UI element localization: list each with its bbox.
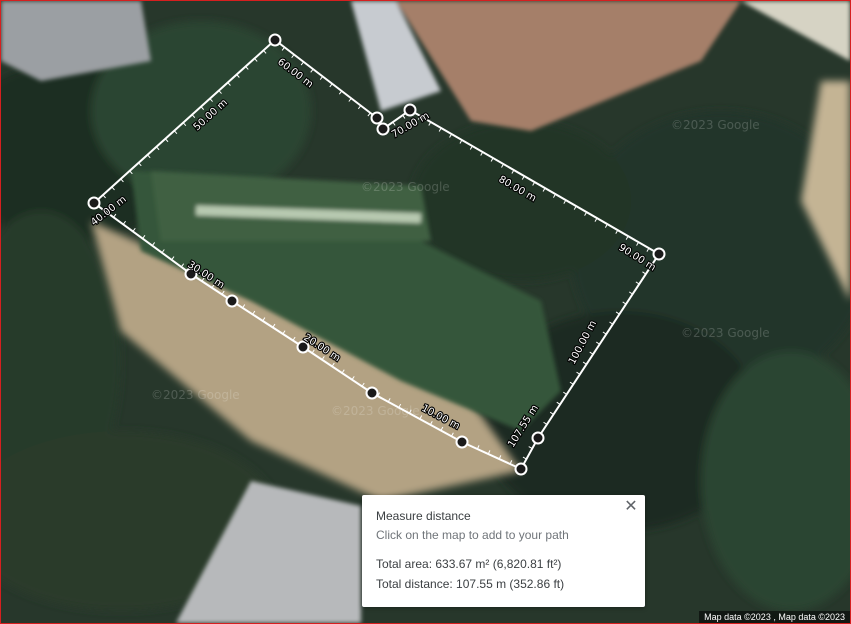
path-vertex[interactable] bbox=[455, 435, 469, 449]
measure-hint: Click on the map to add to your path bbox=[376, 528, 569, 542]
measure-distance-card: ✕ Measure distance Click on the map to a… bbox=[362, 495, 645, 607]
total-distance: Total distance: 107.55 m (352.86 ft) bbox=[376, 577, 565, 591]
path-vertex[interactable] bbox=[268, 33, 282, 47]
watermark: ©2023 Google bbox=[681, 326, 770, 340]
total-area: Total area: 633.67 m² (6,820.81 ft²) bbox=[376, 557, 562, 571]
path-vertex[interactable] bbox=[531, 431, 545, 445]
watermark: ©2023 Google bbox=[361, 180, 450, 194]
satellite-map[interactable]: 60.00 m 50.00 m 70.00 m 80.00 m 40.00 m … bbox=[0, 0, 851, 624]
path-vertex[interactable] bbox=[87, 196, 101, 210]
path-vertex[interactable] bbox=[370, 111, 384, 125]
path-vertex[interactable] bbox=[652, 247, 666, 261]
path-vertex[interactable] bbox=[225, 294, 239, 308]
map-attribution[interactable]: Map data ©2023 , Map data ©2023 bbox=[699, 611, 850, 623]
watermark: ©2023 Google bbox=[671, 118, 760, 132]
measure-title: Measure distance bbox=[376, 509, 471, 523]
close-icon[interactable]: ✕ bbox=[623, 499, 639, 515]
path-vertex[interactable] bbox=[403, 103, 417, 117]
watermark: ©2023 Google bbox=[151, 388, 240, 402]
path-vertex[interactable] bbox=[514, 462, 528, 476]
watermark: ©2023 Google bbox=[331, 404, 420, 418]
path-vertex[interactable] bbox=[376, 122, 390, 136]
path-vertex[interactable] bbox=[365, 386, 379, 400]
